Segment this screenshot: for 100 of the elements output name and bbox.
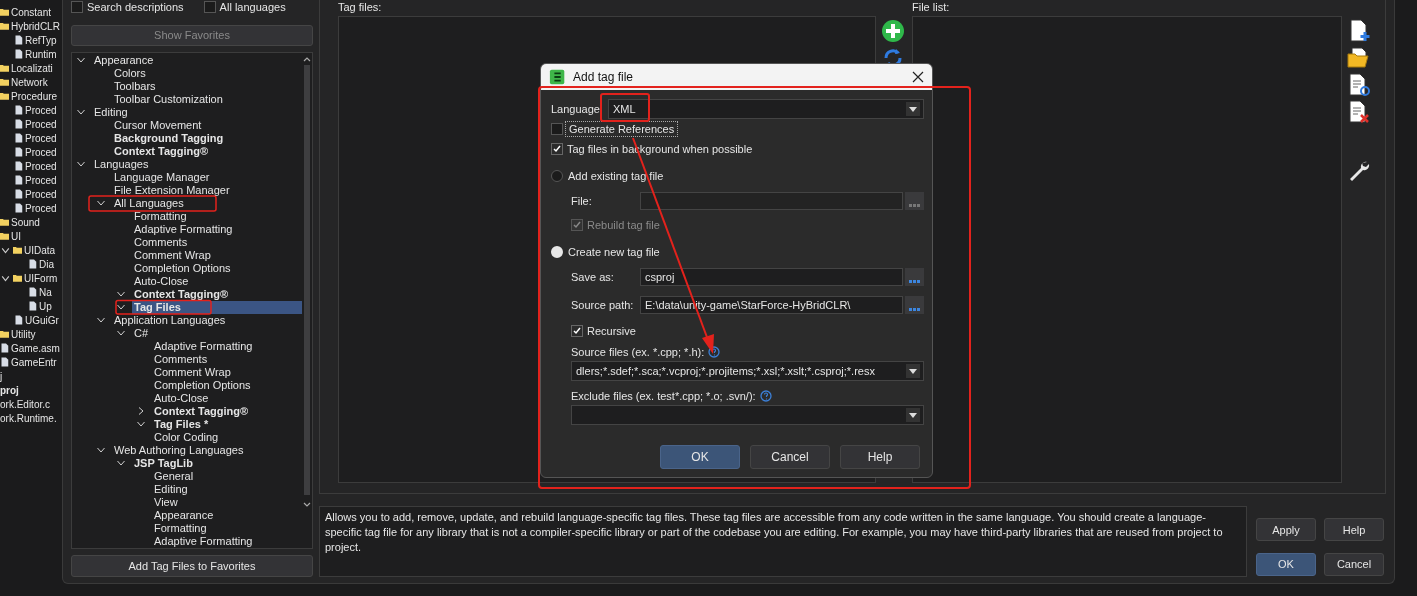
- tree-item[interactable]: Localizati: [11, 62, 53, 74]
- tree-item[interactable]: HybridCLR: [11, 20, 60, 32]
- tree-item[interactable]: C#: [132, 326, 302, 340]
- tree-item[interactable]: UIData: [24, 244, 56, 256]
- tree-item[interactable]: Comment Wrap: [152, 365, 302, 379]
- browse-button[interactable]: [905, 296, 924, 314]
- tree-item[interactable]: Up: [39, 300, 52, 312]
- tree-item[interactable]: Comments: [152, 352, 302, 366]
- tree-item[interactable]: GameEntr: [11, 356, 57, 368]
- tree-item[interactable]: Formatting: [132, 209, 302, 223]
- tree-item[interactable]: Dia: [39, 258, 54, 270]
- tree-item[interactable]: Completion Options: [132, 261, 302, 275]
- tree-item[interactable]: ork.Runtime.: [0, 412, 57, 424]
- tree-item[interactable]: Sound: [11, 216, 40, 228]
- scroll-up-icon[interactable]: [303, 55, 311, 62]
- tree-item[interactable]: Context Tagging®: [152, 404, 302, 418]
- dropdown-icon: [906, 408, 920, 422]
- language-dropdown[interactable]: XML: [607, 99, 924, 119]
- chevron-icon[interactable]: [136, 406, 146, 417]
- tree-item[interactable]: Comment Wrap: [132, 248, 302, 262]
- tree-item[interactable]: Tag Files *: [152, 417, 302, 431]
- tree-item[interactable]: Runtim: [25, 48, 57, 60]
- add-to-favorites-button[interactable]: Add Tag Files to Favorites: [71, 555, 313, 577]
- tree-item[interactable]: Procedure: [11, 90, 58, 102]
- tree-item[interactable]: Toolbars: [112, 79, 302, 93]
- browse-button[interactable]: [905, 268, 924, 286]
- tree-item[interactable]: Languages: [92, 157, 302, 171]
- tree-item[interactable]: Language Manager: [112, 170, 302, 184]
- dialog-button[interactable]: Help: [1324, 518, 1384, 541]
- tree-item[interactable]: Context Tagging®: [132, 287, 302, 301]
- checkbox[interactable]: [551, 123, 563, 135]
- tree-item[interactable]: Na: [39, 286, 52, 298]
- tree-item[interactable]: Proced: [25, 118, 57, 130]
- tree-item[interactable]: Context Tagging®: [112, 144, 302, 158]
- tree-item[interactable]: Auto-Close: [152, 391, 302, 405]
- help-icon[interactable]: [708, 345, 721, 358]
- tree-item[interactable]: Tag Files: [132, 300, 302, 314]
- source-files-dropdown[interactable]: dlers;*.sdef;*.sca;*.vcproj;*.projitems;*.xsl;*.xslt;*.csproj;*.resx: [571, 361, 924, 381]
- checkbox[interactable]: [551, 143, 563, 155]
- dialog-button[interactable]: Help: [840, 445, 920, 469]
- tree-item[interactable]: Editing: [152, 482, 302, 496]
- tree-item[interactable]: Appearance: [152, 508, 302, 522]
- tree-item[interactable]: Editing: [92, 105, 302, 119]
- tree-item[interactable]: Proced: [25, 174, 57, 186]
- dialog-button[interactable]: OK: [660, 445, 740, 469]
- tree-item[interactable]: JSP TagLib: [132, 456, 302, 470]
- tree-item[interactable]: Adaptive Formatting: [152, 534, 302, 548]
- tree-item[interactable]: General: [152, 469, 302, 483]
- new-file-icon[interactable]: [1347, 19, 1371, 43]
- tree-item[interactable]: Utility: [11, 328, 36, 340]
- tree-item[interactable]: Proced: [25, 104, 57, 116]
- scroll-down-icon[interactable]: [303, 501, 311, 508]
- tree-item[interactable]: Colors: [112, 66, 302, 80]
- tree-item[interactable]: Constant: [11, 6, 52, 18]
- document-refresh-icon[interactable]: [1347, 73, 1371, 97]
- save-as-field[interactable]: csproj: [640, 268, 903, 286]
- tree-item[interactable]: j: [0, 370, 3, 382]
- dialog-button[interactable]: Cancel: [1324, 552, 1384, 576]
- checkbox[interactable]: [203, 1, 216, 14]
- dialog-button[interactable]: OK: [1256, 552, 1316, 576]
- checkbox-label: Generate References: [567, 123, 677, 135]
- tree-item[interactable]: View: [152, 495, 302, 509]
- tree-item[interactable]: File Extension Manager: [112, 183, 302, 197]
- folder-icon[interactable]: [1347, 46, 1371, 70]
- tree-item[interactable]: Completion Options: [152, 378, 302, 392]
- tree-item[interactable]: Appearance: [92, 53, 302, 67]
- tree-item[interactable]: Adaptive Formatting: [132, 222, 302, 236]
- dialog-button[interactable]: Apply: [1256, 518, 1316, 541]
- tree-item[interactable]: Color Coding: [152, 430, 302, 444]
- help-icon[interactable]: [759, 389, 772, 402]
- tree-item[interactable]: Formatting: [152, 521, 302, 535]
- tree-item[interactable]: Proced: [25, 202, 57, 214]
- tree-item[interactable]: RefTyp: [25, 34, 57, 46]
- tree-item[interactable]: All Languages: [112, 196, 302, 210]
- checkbox[interactable]: [571, 325, 583, 337]
- tree-item[interactable]: Proced: [25, 146, 57, 158]
- tree-item[interactable]: Game.asm: [11, 342, 60, 354]
- tree-item[interactable]: Adaptive Formatting: [152, 339, 302, 353]
- tree-item[interactable]: Proced: [25, 160, 57, 172]
- tree-item[interactable]: UGuiGr: [25, 314, 59, 326]
- tree-item[interactable]: Proced: [25, 132, 57, 144]
- tree-item[interactable]: ork.Editor.c: [0, 398, 51, 410]
- add-icon[interactable]: [881, 19, 905, 43]
- tree-item[interactable]: Cursor Movement: [112, 118, 302, 132]
- dialog-button[interactable]: Cancel: [750, 445, 830, 469]
- close-icon[interactable]: [912, 71, 924, 83]
- tree-item[interactable]: Application Languages: [112, 313, 302, 327]
- tree-item[interactable]: Background Tagging: [112, 131, 302, 145]
- tree-item[interactable]: Network: [11, 76, 48, 88]
- tree-item[interactable]: Auto-Close: [132, 274, 302, 288]
- checkbox[interactable]: [71, 1, 83, 14]
- tree-item[interactable]: Comments: [132, 235, 302, 249]
- tree-item[interactable]: UIForm: [24, 272, 58, 284]
- tree-item[interactable]: Proced: [25, 188, 57, 200]
- radio-button[interactable]: [551, 170, 563, 182]
- tree-item[interactable]: Toolbar Customization: [112, 92, 302, 106]
- tree-item[interactable]: proj: [0, 384, 19, 396]
- tree-item[interactable]: Web Authoring Languages: [112, 443, 302, 457]
- document-delete-icon[interactable]: [1347, 100, 1371, 124]
- tree-item[interactable]: UI: [11, 230, 21, 242]
